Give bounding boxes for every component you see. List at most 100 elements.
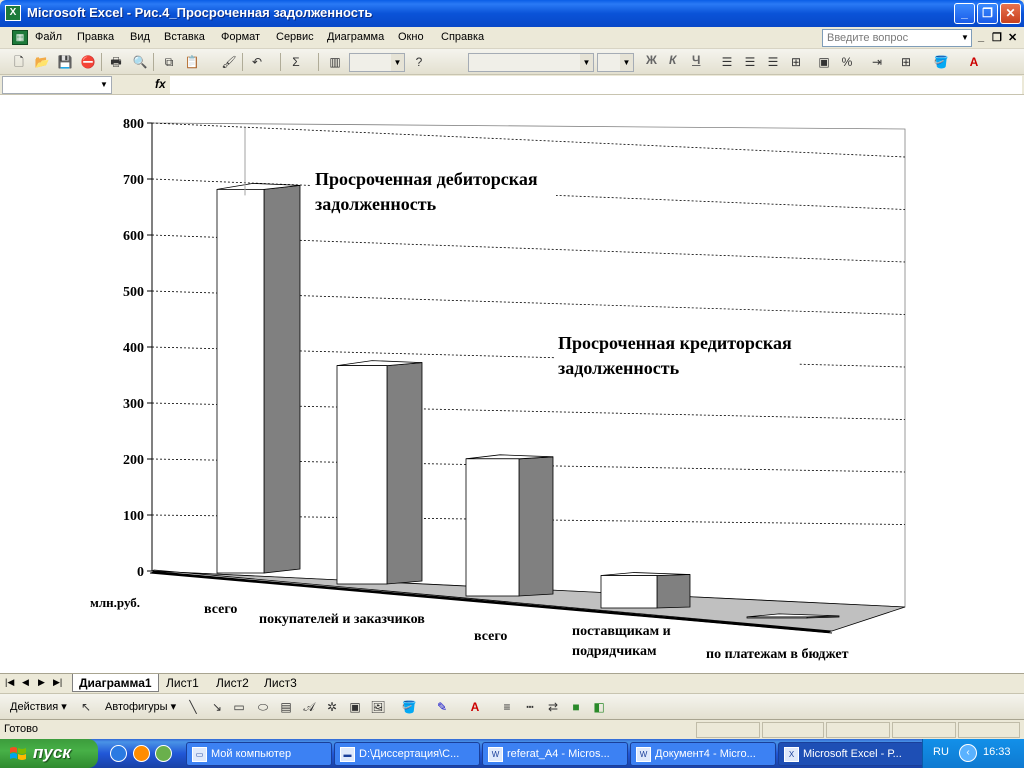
task-folder[interactable]: ▬ D:\Диссертация\С... bbox=[334, 742, 480, 766]
line-style-icon[interactable]: ≡ bbox=[498, 698, 516, 716]
desktop-icon[interactable] bbox=[155, 745, 172, 762]
tab-sheet2[interactable]: Лист2 bbox=[210, 674, 255, 692]
menu-window[interactable]: Окно bbox=[398, 31, 424, 43]
menu-format[interactable]: Формат bbox=[221, 31, 260, 43]
line-color-icon[interactable]: ✎ bbox=[433, 698, 451, 716]
align-right-icon[interactable]: ☰ bbox=[764, 53, 782, 71]
picture-icon[interactable]: 🖼 bbox=[369, 698, 387, 716]
name-box[interactable]: ▼ bbox=[2, 76, 112, 94]
align-left-icon[interactable]: ☰ bbox=[718, 53, 736, 71]
doc-close-button[interactable]: ✕ bbox=[1008, 31, 1017, 44]
bar bbox=[465, 458, 520, 597]
oval-icon[interactable]: ⬭ bbox=[254, 698, 272, 716]
menu-edit[interactable]: Правка bbox=[77, 31, 114, 43]
line-icon[interactable]: ╲ bbox=[184, 698, 202, 716]
menu-file[interactable]: Файл bbox=[35, 31, 62, 43]
ie-icon[interactable] bbox=[110, 745, 127, 762]
undo-icon[interactable]: ↶ bbox=[248, 53, 266, 71]
fill-color-icon[interactable]: 🪣 bbox=[932, 53, 950, 71]
doc-minimize-button[interactable]: _ bbox=[978, 31, 984, 43]
borders-icon[interactable]: ⊞ bbox=[897, 53, 915, 71]
chevron-left-icon[interactable]: ‹ bbox=[959, 744, 977, 762]
arrow-icon[interactable]: ↘ bbox=[208, 698, 226, 716]
close-button[interactable]: ✕ bbox=[1000, 3, 1021, 24]
textbox-icon[interactable]: ▤ bbox=[277, 698, 295, 716]
format-painter-icon[interactable]: 🖌 bbox=[220, 53, 238, 71]
function-icon[interactable]: fx bbox=[155, 77, 166, 91]
prev-sheet-icon[interactable]: ◀ bbox=[22, 677, 29, 688]
task-word-document4[interactable]: W Документ4 - Micro... bbox=[630, 742, 776, 766]
fill-color-icon[interactable]: 🪣 bbox=[400, 698, 418, 716]
bold-icon[interactable]: Ж bbox=[646, 53, 657, 67]
tab-chart1[interactable]: Диаграмма1 bbox=[72, 674, 159, 692]
chevron-down-icon[interactable]: ▼ bbox=[97, 77, 111, 93]
zoom-select[interactable]: ▼ bbox=[349, 53, 405, 72]
chart-wizard-icon[interactable]: ▥ bbox=[326, 53, 344, 71]
task-word-referat[interactable]: Wreferat_A4 - Micros... bbox=[482, 742, 628, 766]
italic-icon[interactable]: К bbox=[669, 53, 676, 67]
chevron-down-icon[interactable]: ▼ bbox=[391, 54, 404, 71]
task-my-computer[interactable]: ▭ Мой компьютер bbox=[186, 742, 332, 766]
task-label: D:\Диссертация\С... bbox=[359, 748, 460, 760]
align-center-icon[interactable]: ☰ bbox=[741, 53, 759, 71]
clipart-icon[interactable]: ▣ bbox=[346, 698, 364, 716]
shadow-style-icon[interactable]: ■ bbox=[567, 698, 585, 716]
workbook-icon[interactable]: ▦ bbox=[12, 30, 28, 45]
font-size-select[interactable]: ▼ bbox=[597, 53, 634, 72]
new-icon[interactable]: 🗋 bbox=[10, 53, 28, 71]
minimize-button[interactable]: _ bbox=[954, 3, 975, 24]
indent-icon[interactable]: ⇥ bbox=[868, 53, 886, 71]
task-excel[interactable]: X Microsoft Excel - Р... bbox=[778, 742, 924, 766]
restore-button[interactable]: ❐ bbox=[977, 3, 998, 24]
font-color-icon[interactable]: A bbox=[466, 698, 484, 716]
open-icon[interactable]: 📂 bbox=[33, 53, 51, 71]
bar-chart[interactable]: 0 100 200 300 400 500 600 700 800 всего покупателе… bbox=[0, 95, 1024, 673]
chevron-down-icon[interactable]: ▼ bbox=[580, 54, 593, 71]
tab-sheet3[interactable]: Лист3 bbox=[258, 674, 303, 692]
menu-tools[interactable]: Сервис bbox=[276, 31, 314, 43]
print-icon[interactable]: 🖶 bbox=[107, 53, 125, 71]
currency-icon[interactable]: ▣ bbox=[815, 53, 833, 71]
start-button[interactable]: пуск bbox=[0, 739, 98, 768]
menu-insert[interactable]: Вставка bbox=[164, 31, 205, 43]
font-color-icon[interactable]: A bbox=[965, 53, 983, 71]
select-objects-icon[interactable]: ↖ bbox=[77, 698, 95, 716]
help-icon[interactable]: ? bbox=[410, 53, 428, 71]
merge-center-icon[interactable]: ⊞ bbox=[787, 53, 805, 71]
help-search-input[interactable]: Введите вопрос ▼ bbox=[822, 29, 972, 47]
separator bbox=[280, 53, 281, 71]
menu-help[interactable]: Справка bbox=[441, 31, 484, 43]
rectangle-icon[interactable]: ▭ bbox=[230, 698, 248, 716]
copy-icon[interactable]: ⧉ bbox=[160, 53, 178, 71]
3d-style-icon[interactable]: ◧ bbox=[590, 698, 608, 716]
menu-chart[interactable]: Диаграмма bbox=[327, 31, 384, 43]
print-preview-icon[interactable]: 🔍 bbox=[131, 53, 149, 71]
language-indicator[interactable]: RU bbox=[933, 746, 949, 758]
arrow-style-icon[interactable]: ⇄ bbox=[544, 698, 562, 716]
permission-icon[interactable]: ⛔ bbox=[79, 53, 97, 71]
doc-restore-button[interactable]: ❐ bbox=[992, 31, 1002, 44]
font-name-select[interactable]: ▼ bbox=[468, 53, 594, 72]
dash-style-icon[interactable]: ┅ bbox=[521, 698, 539, 716]
underline-icon[interactable]: Ч bbox=[692, 53, 700, 67]
excel-icon[interactable]: X bbox=[5, 5, 21, 21]
next-sheet-icon[interactable]: ▶ bbox=[38, 677, 45, 688]
autosum-icon[interactable]: Σ bbox=[287, 53, 305, 71]
percent-icon[interactable]: % bbox=[838, 53, 856, 71]
actions-menu[interactable]: Действия ▾ bbox=[10, 700, 67, 713]
chevron-down-icon[interactable]: ▼ bbox=[959, 30, 971, 46]
tab-sheet1[interactable]: Лист1 bbox=[160, 674, 205, 692]
autoshapes-menu[interactable]: Автофигуры ▾ bbox=[105, 700, 176, 713]
wordart-icon[interactable]: 𝒜 bbox=[300, 698, 318, 716]
media-player-icon[interactable] bbox=[133, 745, 150, 762]
chevron-down-icon[interactable]: ▼ bbox=[620, 54, 633, 71]
first-sheet-icon[interactable]: |◀ bbox=[5, 677, 14, 688]
formula-input[interactable] bbox=[170, 76, 1022, 94]
menu-view[interactable]: Вид bbox=[130, 31, 150, 43]
diagram-icon[interactable]: ✲ bbox=[323, 698, 341, 716]
word-icon: W bbox=[488, 747, 503, 762]
paste-icon[interactable]: 📋 bbox=[183, 53, 201, 71]
last-sheet-icon[interactable]: ▶| bbox=[53, 677, 62, 688]
save-icon[interactable]: 💾 bbox=[56, 53, 74, 71]
chart-sheet[interactable]: 0 100 200 300 400 500 600 700 800 всего покупателе… bbox=[0, 95, 1024, 673]
